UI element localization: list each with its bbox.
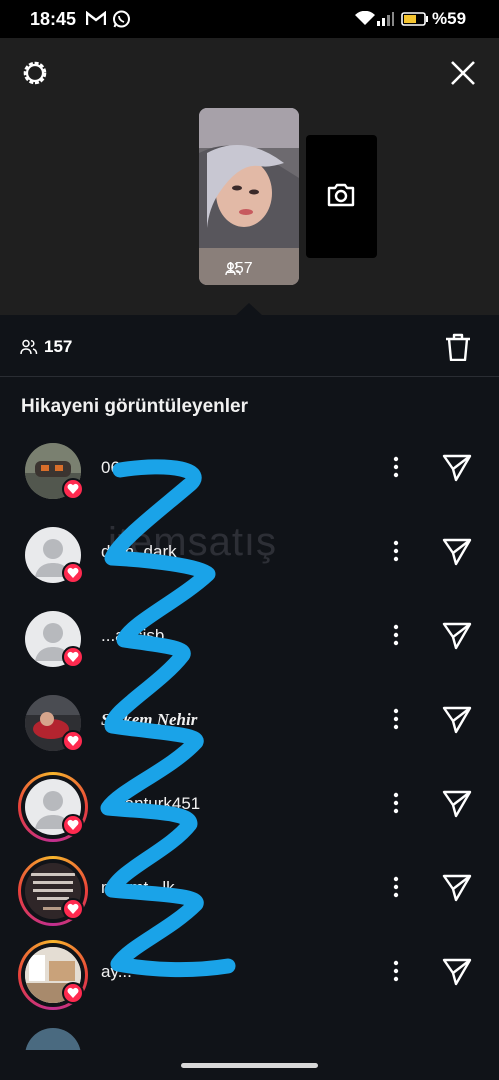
avatar[interactable] bbox=[22, 440, 84, 502]
people-icon bbox=[20, 339, 38, 360]
add-story-button[interactable] bbox=[306, 135, 377, 258]
list-item[interactable]: m...mt...lk bbox=[0, 856, 499, 944]
username[interactable]: ay... bbox=[101, 962, 132, 982]
list-item[interactable]: 06...kan25 bbox=[0, 440, 499, 524]
watermark: itemsatış bbox=[108, 520, 278, 564]
heart-icon bbox=[62, 814, 84, 836]
battery-percent: %59 bbox=[432, 9, 467, 28]
wifi-icon bbox=[355, 10, 375, 31]
viewer-count: 157 bbox=[44, 337, 73, 356]
username[interactable]: ...absisb bbox=[101, 626, 164, 646]
trash-icon[interactable] bbox=[445, 333, 471, 366]
story-image bbox=[199, 108, 299, 248]
more-options-icon[interactable] bbox=[389, 540, 403, 567]
gear-icon[interactable] bbox=[20, 58, 50, 93]
more-options-icon[interactable] bbox=[389, 624, 403, 651]
avatar[interactable] bbox=[22, 692, 84, 754]
more-options-icon[interactable] bbox=[389, 456, 403, 483]
status-time: 18:45 bbox=[30, 9, 77, 29]
send-icon[interactable] bbox=[442, 790, 472, 823]
home-indicator[interactable] bbox=[181, 1063, 318, 1068]
more-options-icon[interactable] bbox=[389, 960, 403, 987]
heart-icon bbox=[62, 646, 84, 668]
list-item[interactable]: ay... bbox=[0, 940, 499, 1028]
username[interactable]: m...mt...lk bbox=[101, 878, 175, 898]
username[interactable]: S...kem Nehir bbox=[101, 710, 197, 730]
list-item-partial[interactable] bbox=[0, 1028, 499, 1050]
heart-icon bbox=[62, 562, 84, 584]
username[interactable]: 06...kan25 bbox=[101, 458, 180, 478]
status-bar: 18:45 %59 bbox=[0, 0, 499, 38]
heart-icon bbox=[62, 982, 84, 1004]
username[interactable]: ...ganturk451 bbox=[101, 794, 200, 814]
more-options-icon[interactable] bbox=[389, 792, 403, 819]
close-icon[interactable] bbox=[450, 60, 476, 91]
list-item[interactable]: ...absisb bbox=[0, 608, 499, 692]
heart-icon bbox=[62, 898, 84, 920]
list-item[interactable]: S...kem Nehir bbox=[0, 692, 499, 776]
story-thumbnail[interactable]: 157 bbox=[199, 108, 299, 285]
more-options-icon[interactable] bbox=[389, 708, 403, 735]
avatar[interactable] bbox=[22, 524, 84, 586]
list-item[interactable]: ...ganturk451 bbox=[0, 772, 499, 860]
send-icon[interactable] bbox=[442, 538, 472, 571]
gmail-icon bbox=[85, 10, 107, 31]
heart-icon bbox=[62, 478, 84, 500]
more-options-icon[interactable] bbox=[389, 876, 403, 903]
section-title: Hikayeni görüntüleyenler bbox=[21, 396, 249, 417]
camera-icon bbox=[327, 183, 355, 207]
battery-icon bbox=[401, 12, 429, 31]
avatar[interactable] bbox=[22, 608, 84, 670]
viewer-summary: 157 bbox=[0, 315, 499, 377]
send-icon[interactable] bbox=[442, 622, 472, 655]
send-icon[interactable] bbox=[442, 958, 472, 991]
avatar-image bbox=[25, 1028, 81, 1050]
send-icon[interactable] bbox=[442, 874, 472, 907]
whatsapp-icon bbox=[112, 10, 131, 34]
avatar[interactable] bbox=[18, 940, 88, 1010]
avatar[interactable] bbox=[18, 856, 88, 926]
signal-icon bbox=[377, 12, 394, 31]
people-icon bbox=[225, 262, 241, 281]
avatar[interactable] bbox=[18, 772, 88, 842]
send-icon[interactable] bbox=[442, 706, 472, 739]
send-icon[interactable] bbox=[442, 454, 472, 487]
heart-icon bbox=[62, 730, 84, 752]
